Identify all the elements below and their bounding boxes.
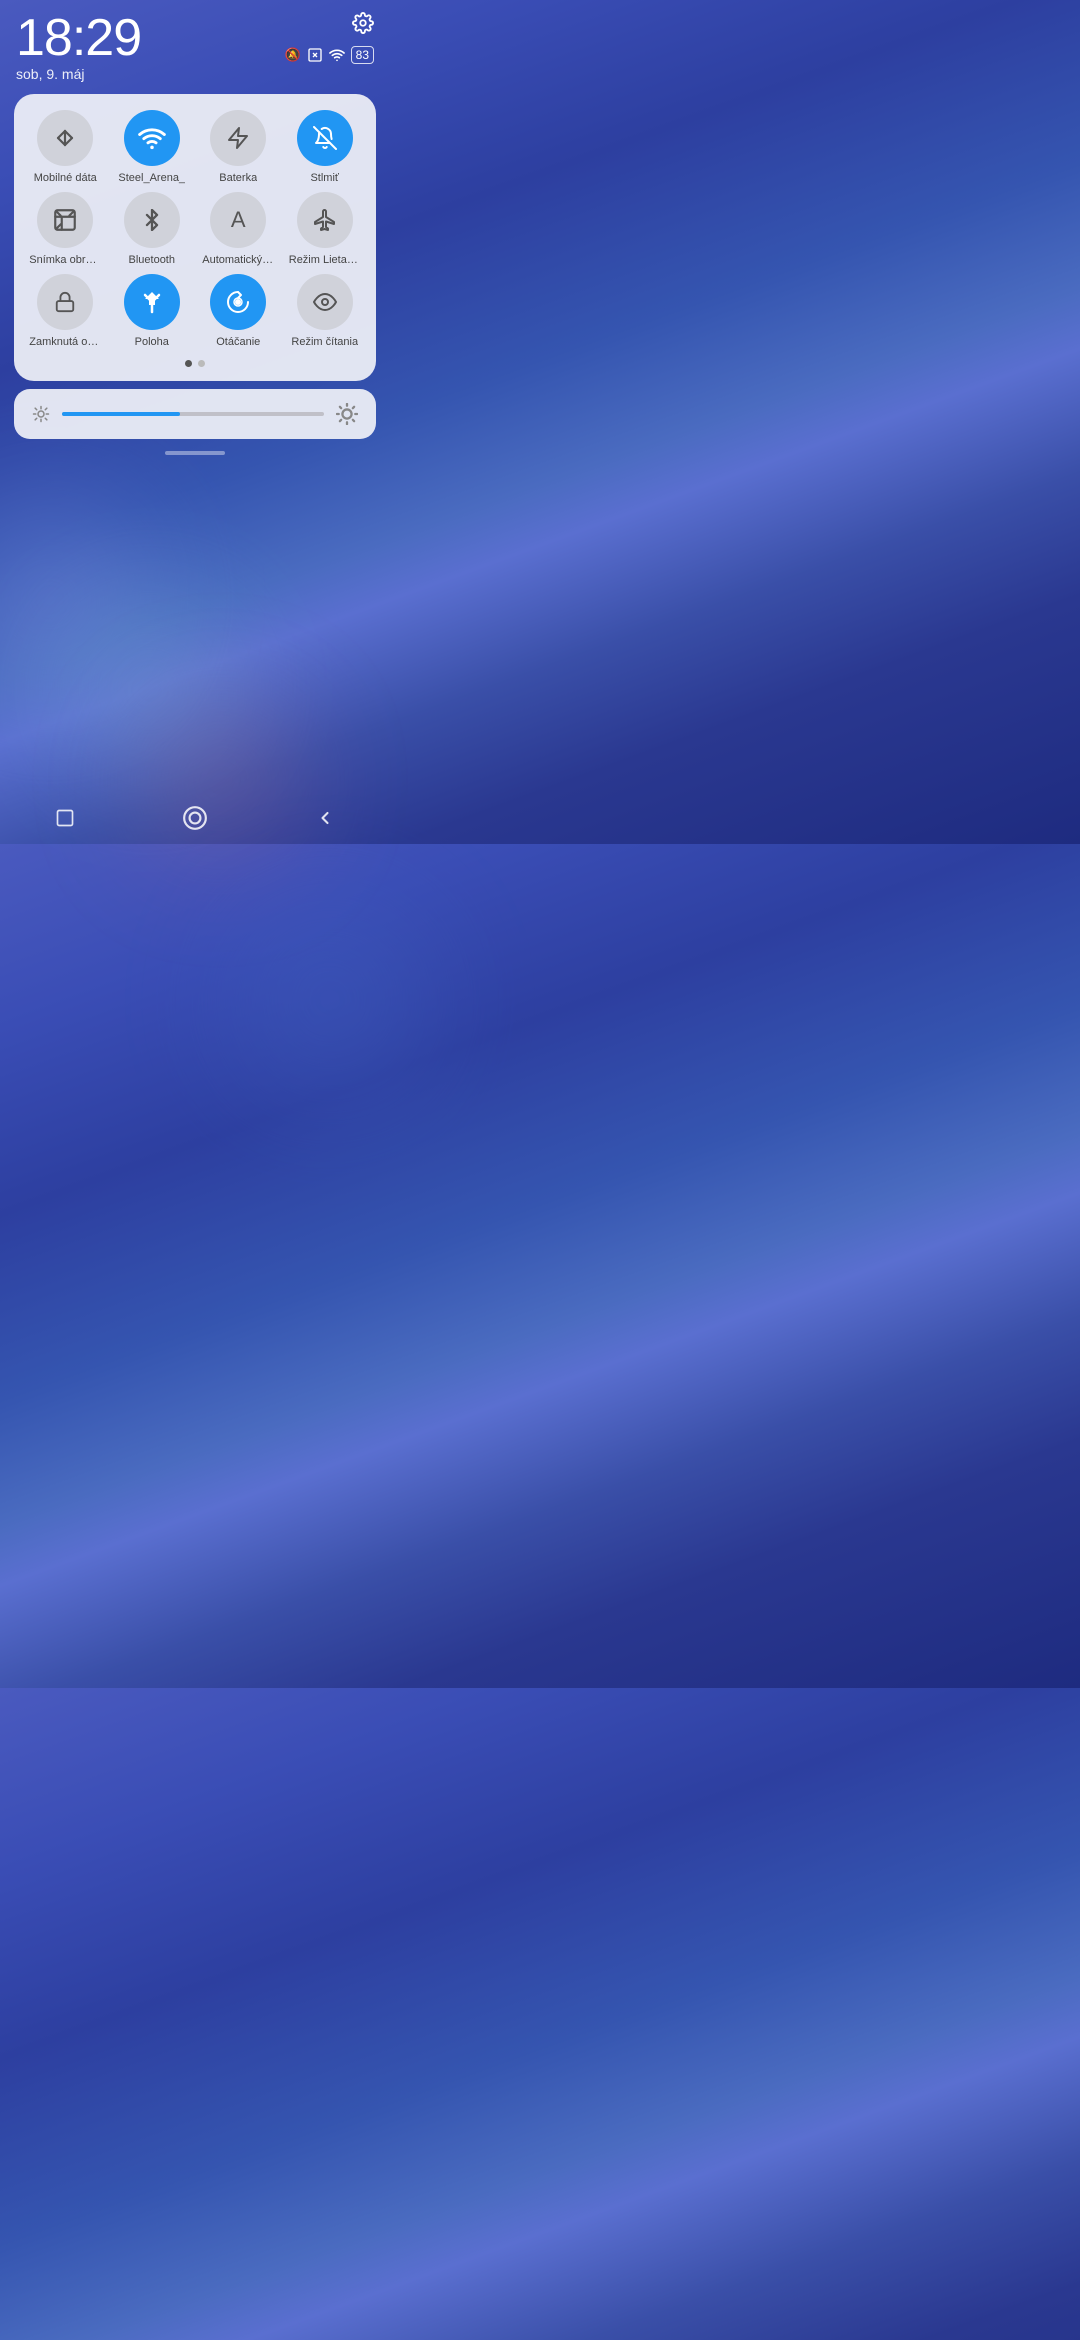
quick-settings-panel: Mobilné dáta Steel_Arena_ Baterka xyxy=(14,94,376,381)
brightness-panel xyxy=(14,389,376,439)
qs-screenshot-circle xyxy=(37,192,93,248)
brightness-slider[interactable] xyxy=(62,412,324,416)
qs-airplane[interactable]: Režim Lietadlo xyxy=(284,192,367,266)
qs-auto-brightness-label: Automatický jas xyxy=(202,254,274,266)
signal-blocked-icon xyxy=(307,47,323,63)
back-button[interactable] xyxy=(303,796,347,840)
qs-location[interactable]: Poloha xyxy=(111,274,194,348)
qs-auto-brightness-circle: A xyxy=(210,192,266,248)
qs-mobile-data-label: Mobilné dáta xyxy=(34,172,97,184)
qs-lock-screen-label: Zamknutá obraz. xyxy=(29,336,101,348)
qs-bluetooth-label: Bluetooth xyxy=(129,254,175,266)
qs-bluetooth[interactable]: Bluetooth xyxy=(111,192,194,266)
qs-airplane-circle xyxy=(297,192,353,248)
qs-rotation-circle xyxy=(210,274,266,330)
qs-silent[interactable]: Stlmiť xyxy=(284,110,367,184)
qs-silent-label: Stlmiť xyxy=(310,172,339,184)
qs-location-circle xyxy=(124,274,180,330)
qs-reading-mode-label: Režim čítania xyxy=(291,336,358,348)
brightness-max-icon xyxy=(336,403,358,425)
qs-flashlight-circle xyxy=(210,110,266,166)
battery-badge: 83 xyxy=(351,46,374,64)
settings-button[interactable] xyxy=(352,12,374,34)
mute-icon: 🔕 xyxy=(284,47,300,63)
qs-airplane-label: Režim Lietadlo xyxy=(289,254,361,266)
status-bar: 18:29 sob, 9. máj 🔕 xyxy=(0,0,390,86)
home-button[interactable] xyxy=(173,796,217,840)
qs-lock-screen[interactable]: Zamknutá obraz. xyxy=(24,274,107,348)
qs-wifi-circle xyxy=(124,110,180,166)
recent-apps-button[interactable] xyxy=(43,796,87,840)
qs-flashlight-label: Baterka xyxy=(219,172,257,184)
clock: 18:29 xyxy=(16,12,141,64)
drag-handle-bar xyxy=(165,451,225,455)
nav-bar xyxy=(0,792,390,844)
qs-reading-mode[interactable]: Režim čítania xyxy=(284,274,367,348)
qs-wifi-label: Steel_Arena_ xyxy=(118,172,185,184)
qs-lock-screen-circle xyxy=(37,274,93,330)
qs-flashlight[interactable]: Baterka xyxy=(197,110,280,184)
qs-screenshot[interactable]: Snímka obrazov. xyxy=(24,192,107,266)
qs-wifi[interactable]: Steel_Arena_ xyxy=(111,110,194,184)
qs-silent-circle xyxy=(297,110,353,166)
status-icons: 🔕 83 xyxy=(284,46,374,64)
page-dots xyxy=(24,360,366,367)
brightness-min-icon xyxy=(32,405,50,423)
qs-rotation-label: Otáčanie xyxy=(216,336,260,348)
qs-reading-mode-circle xyxy=(297,274,353,330)
qs-location-label: Poloha xyxy=(135,336,169,348)
page-dot-1[interactable] xyxy=(185,360,192,367)
qs-bluetooth-circle xyxy=(124,192,180,248)
qs-auto-brightness[interactable]: A Automatický jas xyxy=(197,192,280,266)
wifi-status-icon xyxy=(329,47,345,63)
qs-screenshot-label: Snímka obrazov. xyxy=(29,254,101,266)
qs-mobile-data[interactable]: Mobilné dáta xyxy=(24,110,107,184)
page-dot-2[interactable] xyxy=(198,360,205,367)
date: sob, 9. máj xyxy=(16,66,141,82)
brightness-fill xyxy=(62,412,180,416)
drag-handle[interactable] xyxy=(0,451,390,455)
qs-rotation[interactable]: Otáčanie xyxy=(197,274,280,348)
quick-settings-grid: Mobilné dáta Steel_Arena_ Baterka xyxy=(24,110,366,348)
qs-mobile-data-circle xyxy=(37,110,93,166)
